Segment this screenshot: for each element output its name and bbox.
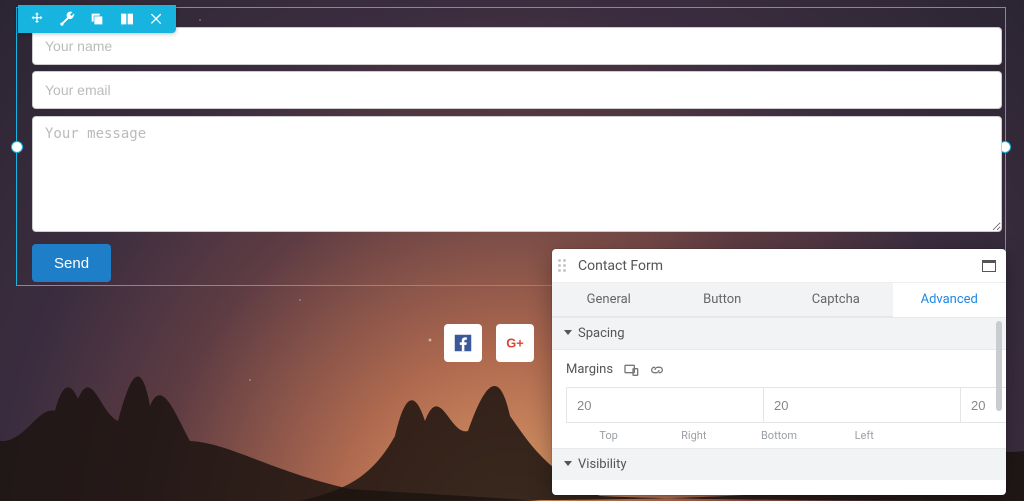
margin-bottom-label: Bottom [736,429,821,442]
margin-left-label: Left [822,429,907,442]
spacing-heading: Spacing [578,326,625,341]
maximize-icon[interactable] [982,260,996,272]
margin-right-label: Right [651,429,736,442]
tab-captcha[interactable]: Captcha [779,283,893,317]
send-button[interactable]: Send [32,244,111,282]
margins-row-label: Margins [566,362,992,377]
margins-label: Margins [566,362,613,377]
accordion-spacing[interactable]: Spacing [552,317,1006,350]
panel-header[interactable]: Contact Form [552,249,1006,283]
facebook-icon [452,332,474,354]
margins-axis-labels: Top Right Bottom Left [566,429,992,442]
google-plus-icon: G+ [504,332,526,354]
panel-scrollbar[interactable] [995,321,1003,491]
name-input[interactable] [32,27,1002,65]
margins-inputs: px [566,387,992,423]
copy-icon [89,11,105,27]
margin-top-input[interactable] [566,387,764,423]
duplicate-button[interactable] [84,6,110,32]
visibility-heading: Visibility [578,457,627,472]
page-stage: Send G+ Contact Form General Button Cap [0,0,1024,501]
chevron-down-icon [564,330,572,335]
edit-button[interactable] [54,6,80,32]
margin-top-label: Top [566,429,651,442]
close-button[interactable] [144,6,170,32]
tab-button[interactable]: Button [666,283,780,317]
social-bar: G+ [444,324,534,362]
margin-right-input[interactable] [764,387,961,423]
email-input[interactable] [32,71,1002,109]
tab-general[interactable]: General [552,283,666,317]
google-plus-button[interactable]: G+ [496,324,534,362]
move-button[interactable] [24,6,50,32]
facebook-button[interactable] [444,324,482,362]
builder-toolbar [18,5,176,33]
spacing-body: Margins px [552,350,1006,448]
panel-title: Contact Form [578,258,974,274]
close-icon [149,11,165,27]
panel-body[interactable]: Spacing Margins [552,317,1006,495]
panel-tabs: General Button Captcha Advanced [552,283,1006,317]
settings-panel[interactable]: Contact Form General Button Captcha Adva… [552,249,1006,495]
chevron-down-icon [564,461,572,466]
accordion-visibility[interactable]: Visibility [552,448,1006,480]
columns-button[interactable] [114,6,140,32]
responsive-icon[interactable] [623,363,639,377]
move-icon [29,11,45,27]
columns-icon [119,11,135,27]
contact-form: Send [32,27,1002,282]
message-textarea[interactable] [32,116,1002,232]
tab-advanced[interactable]: Advanced [893,283,1007,317]
link-values-icon[interactable] [649,363,665,377]
svg-text:G+: G+ [506,336,523,351]
drag-handle-icon[interactable] [558,259,570,272]
wrench-icon [59,11,75,27]
